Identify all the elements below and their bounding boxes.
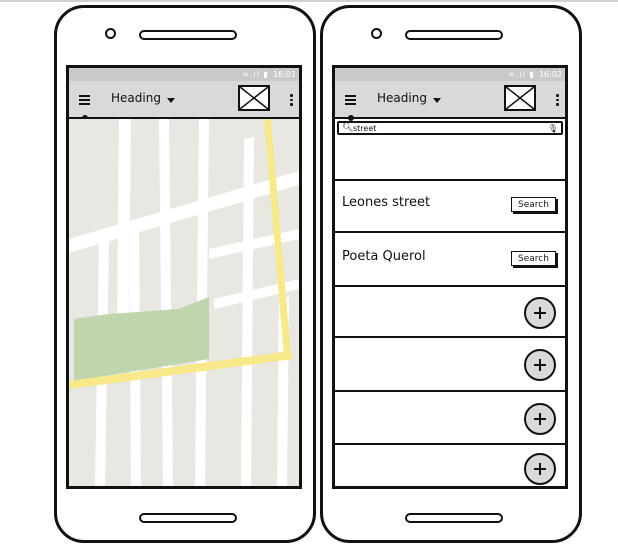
status-time: 16:01 (272, 70, 296, 79)
chevron-down-icon[interactable] (433, 98, 441, 103)
status-time: 16:02 (538, 70, 562, 79)
add-icon[interactable] (524, 349, 556, 381)
app-bar-title[interactable]: Heading (377, 91, 427, 105)
phone-frame-search: ≈.ıl ▮ 16:02 Heading 🔍︎ street 🎙︎ Leones … (320, 5, 582, 543)
image-placeholder-icon (504, 85, 536, 111)
search-input-value[interactable]: street (353, 123, 376, 134)
add-icon[interactable] (524, 453, 556, 485)
search-icon: 🔍︎ (342, 123, 354, 133)
overflow-menu-icon[interactable] (556, 94, 559, 108)
home-button[interactable] (405, 513, 503, 523)
status-bar: ≈.ıl ▮ 16:01 (69, 68, 299, 81)
list-item-empty (335, 136, 565, 181)
top-divider (0, 0, 618, 2)
screen-map: ≈.ıl ▮ 16:01 Heading (66, 65, 302, 489)
image-placeholder-icon (238, 85, 270, 111)
search-input[interactable]: 🔍︎ street 🎙︎ (337, 121, 563, 135)
hamburger-menu-icon[interactable] (345, 95, 356, 105)
add-icon[interactable] (524, 297, 556, 329)
list-item[interactable]: Poeta Querol Search (335, 233, 565, 287)
camera-icon (371, 28, 382, 39)
result-name: Leones street (342, 195, 431, 210)
chevron-down-icon[interactable] (167, 98, 175, 103)
list-item (335, 445, 565, 486)
result-name: Poeta Querol (342, 249, 426, 264)
list-item (335, 287, 565, 338)
phone-frame-map: ≈.ıl ▮ 16:01 Heading (54, 5, 316, 543)
hamburger-menu-icon[interactable] (79, 95, 90, 105)
map-view[interactable] (69, 119, 299, 486)
list-item (335, 338, 565, 392)
speaker-grille (139, 30, 237, 40)
speaker-grille (405, 30, 503, 40)
signal-icon: ≈.ıl ▮ (242, 70, 269, 79)
list-item (335, 392, 565, 445)
app-bar: Heading (335, 81, 565, 119)
camera-icon (105, 28, 116, 39)
app-bar: Heading (69, 81, 299, 119)
app-bar-title[interactable]: Heading (111, 91, 161, 105)
signal-icon: ≈.ıl ▮ (508, 70, 535, 79)
status-bar: ≈.ıl ▮ 16:02 (335, 68, 565, 81)
search-button[interactable]: Search (511, 197, 556, 212)
home-button[interactable] (139, 513, 237, 523)
search-button[interactable]: Search (511, 251, 556, 266)
list-item[interactable]: Leones street Search (335, 181, 565, 233)
microphone-icon[interactable]: 🎙︎ (548, 124, 558, 133)
add-icon[interactable] (524, 403, 556, 435)
overflow-menu-icon[interactable] (290, 94, 293, 108)
screen-search: ≈.ıl ▮ 16:02 Heading 🔍︎ street 🎙︎ Leones … (332, 65, 568, 489)
